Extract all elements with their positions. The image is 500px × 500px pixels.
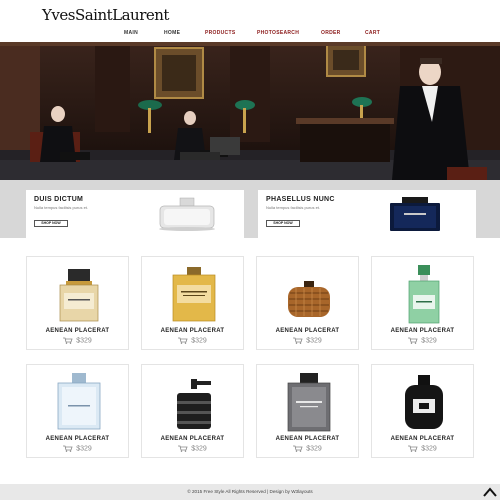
- nav-item-main[interactable]: MAIN: [124, 30, 164, 36]
- nav-item-order[interactable]: ORDER: [321, 30, 365, 36]
- burberry-bottle-icon: [172, 267, 216, 322]
- promo-subtitle: Nulla tempus facilisis purus et.: [34, 205, 89, 210]
- nav-item-cart[interactable]: CART: [365, 30, 380, 36]
- cart-icon[interactable]: [178, 337, 188, 344]
- promo-card-1: DUIS DICTUM Nulla tempus facilisis purus…: [26, 190, 244, 238]
- cart-icon[interactable]: [408, 445, 418, 452]
- shop-now-button[interactable]: SHOP NOW: [34, 220, 68, 227]
- scroll-to-top-icon[interactable]: [483, 487, 497, 497]
- product-price-row: $329: [27, 445, 128, 452]
- product-price-row: $329: [372, 445, 473, 452]
- cart-icon[interactable]: [63, 337, 73, 344]
- product-card[interactable]: AENEAN PLACERAT $329: [256, 364, 359, 458]
- product-name: AENEAN PLACERAT: [45, 436, 110, 442]
- promo-subtitle: Nulla tempus facilisis purus et.: [266, 205, 321, 210]
- cart-icon[interactable]: [293, 445, 303, 452]
- promo-title: PHASELLUS NUNC: [266, 196, 335, 203]
- product-card[interactable]: AENEAN PLACERAT $329: [141, 364, 244, 458]
- product-name: AENEAN PLACERAT: [160, 328, 225, 334]
- cart-icon[interactable]: [178, 445, 188, 452]
- green-bottle-icon: [408, 265, 440, 324]
- product-price-row: $329: [372, 337, 473, 344]
- shop-now-button[interactable]: SHOP NOW: [266, 220, 300, 227]
- clear-blue-bottle-icon: [57, 373, 101, 430]
- allure-homme-bottle-icon: [287, 373, 331, 432]
- nav-item-products[interactable]: PRODUCTS: [205, 30, 257, 36]
- product-card[interactable]: AENEAN PLACERAT $329: [26, 364, 129, 458]
- product-price: $329: [76, 337, 92, 345]
- product-price: $329: [421, 445, 437, 453]
- black-cylinder-bottle-icon: [177, 379, 211, 429]
- promo-band: DUIS DICTUM Nulla tempus facilisis purus…: [0, 180, 500, 238]
- footer-copyright: © 2015 Free Style All Rights Reserved | …: [187, 489, 313, 494]
- nav-item-home[interactable]: HOME: [164, 30, 205, 36]
- nav-item-photosearch[interactable]: PHOTOSEARCH: [257, 30, 321, 36]
- product-name: AENEAN PLACERAT: [390, 436, 455, 442]
- product-card[interactable]: AENEAN PLACERAT $329: [141, 256, 244, 350]
- product-price: $329: [306, 337, 322, 345]
- gold-cap-bottle-icon: [59, 269, 99, 322]
- product-card[interactable]: AENEAN PLACERAT $329: [371, 364, 474, 458]
- silver-perfume-bottle-icon[interactable]: [152, 196, 222, 232]
- product-price: $329: [306, 445, 322, 453]
- product-name: AENEAN PLACERAT: [275, 328, 340, 334]
- product-price: $329: [191, 445, 207, 453]
- product-price-row: $329: [257, 337, 358, 344]
- product-name: AENEAN PLACERAT: [45, 328, 110, 334]
- product-price-row: $329: [257, 445, 358, 452]
- product-price: $329: [191, 337, 207, 345]
- ck-black-bottle-icon: [405, 375, 443, 429]
- product-name: AENEAN PLACERAT: [275, 436, 340, 442]
- cart-icon[interactable]: [63, 445, 73, 452]
- brand-logo[interactable]: YvesSaintLaurent: [42, 6, 169, 24]
- site-footer: © 2015 Free Style All Rights Reserved | …: [0, 484, 500, 500]
- main-nav: MAIN HOME PRODUCTS PHOTOSEARCH ORDER CAR…: [124, 30, 380, 36]
- wicker-bottle-icon: [288, 281, 330, 317]
- product-price-row: $329: [142, 445, 243, 452]
- product-price-row: $329: [27, 337, 128, 344]
- promo-title: DUIS DICTUM: [34, 196, 84, 203]
- dark-blue-perfume-bottle-icon[interactable]: [380, 196, 450, 232]
- cart-icon[interactable]: [408, 337, 418, 344]
- product-price: $329: [76, 445, 92, 453]
- product-card[interactable]: AENEAN PLACERAT $329: [371, 256, 474, 350]
- product-card[interactable]: AENEAN PLACERAT $329: [26, 256, 129, 350]
- product-name: AENEAN PLACERAT: [390, 328, 455, 334]
- site-header: YvesSaintLaurent MAIN HOME PRODUCTS PHOT…: [0, 0, 500, 42]
- product-price: $329: [421, 337, 437, 345]
- product-card[interactable]: AENEAN PLACERAT $329: [256, 256, 359, 350]
- promo-card-2: PHASELLUS NUNC Nulla tempus facilisis pu…: [258, 190, 476, 238]
- cart-icon[interactable]: [293, 337, 303, 344]
- hero-photo: [0, 42, 500, 180]
- hero-banner: [0, 42, 500, 180]
- product-name: AENEAN PLACERAT: [160, 436, 225, 442]
- product-price-row: $329: [142, 337, 243, 344]
